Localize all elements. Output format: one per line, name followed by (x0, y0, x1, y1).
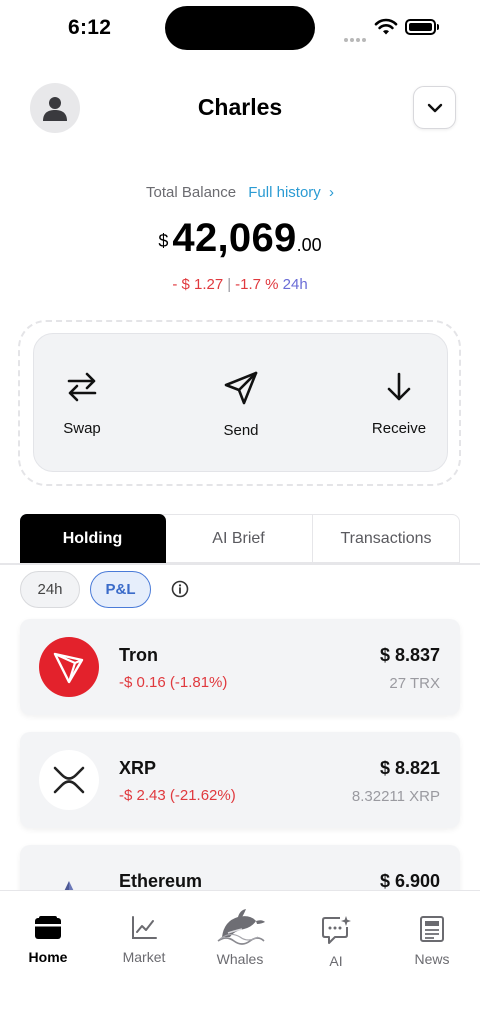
asset-pnl: -$ 0.16 (-1.81%) (119, 674, 228, 691)
nav-ai-label: AI (329, 953, 343, 969)
info-icon[interactable] (171, 580, 189, 598)
full-history-link[interactable]: Full history (248, 184, 321, 201)
xrp-logo-icon (39, 750, 99, 810)
chat-sparkle-icon (322, 916, 351, 944)
asset-name: XRP (119, 758, 157, 778)
nav-market[interactable]: Market (96, 891, 192, 1018)
nav-home-label: Home (28, 949, 68, 965)
swap-label: Swap (63, 420, 101, 437)
nav-news-label: News (414, 951, 450, 967)
tab-holding[interactable]: Holding (19, 513, 166, 564)
change-period: 24h (282, 276, 308, 293)
asset-value: $ 8.837 (379, 645, 440, 665)
asset-value: $ 6.900 (379, 871, 440, 891)
asset-amount: 8.32211 XRP (351, 788, 440, 805)
asset-name: Ethereum (119, 871, 203, 891)
balance-currency: $ (158, 231, 169, 251)
asset-value: $ 8.821 (379, 758, 440, 778)
balance-label-row: Total Balance Full history › (0, 184, 480, 201)
balance-integer: 42,069 (172, 216, 297, 260)
bottom-nav: Home Market Whales AI News (0, 890, 480, 1018)
nav-ai[interactable]: AI (288, 891, 384, 1018)
change-percent: -1.7 % (235, 276, 279, 293)
balance-label: Total Balance (146, 184, 237, 201)
change-separator: | (227, 276, 232, 293)
send-icon (224, 371, 258, 405)
chart-icon (132, 916, 157, 939)
newspaper-icon (420, 916, 444, 942)
swap-arrows-icon (67, 372, 97, 402)
download-arrow-icon (387, 372, 411, 401)
balance-decimal: .00 (296, 235, 322, 255)
nav-whales[interactable]: Whales (192, 891, 288, 1018)
status-bar: 6:12 (0, 0, 480, 56)
tab-ai-brief[interactable]: AI Brief (166, 515, 312, 562)
asset-card-xrp[interactable]: XRP -$ 2.43 (-21.62%) $ 8.821 8.32211 XR… (20, 732, 460, 828)
tabs-divider (0, 563, 480, 565)
asset-pnl: -$ 2.43 (-21.62%) (119, 787, 236, 804)
filter-pnl-chip[interactable]: P&L (90, 571, 151, 608)
nav-market-label: Market (122, 949, 166, 965)
total-balance: $42,069.00 (0, 216, 480, 261)
status-time: 6:12 (68, 16, 112, 39)
send-button[interactable]: Send (191, 370, 291, 439)
actions-card: Swap Send Receive (33, 333, 448, 472)
whale-icon (217, 909, 265, 945)
asset-name: Tron (119, 645, 158, 665)
account-name: Charles (197, 94, 283, 120)
wifi-icon (374, 18, 398, 35)
receive-button[interactable]: Receive (349, 370, 449, 437)
nav-home[interactable]: Home (0, 891, 96, 1018)
receive-label: Receive (371, 420, 427, 437)
battery-icon (405, 19, 439, 35)
asset-amount: 27 TRX (389, 675, 440, 692)
nav-whales-label: Whales (216, 951, 264, 967)
chevron-down-icon (427, 103, 442, 112)
balance-change: - $ 1.27 | -1.7 % 24h (0, 276, 480, 293)
tron-logo-icon (39, 637, 99, 697)
tab-transactions[interactable]: Transactions (313, 515, 459, 562)
chevron-right-icon[interactable]: › (329, 184, 334, 201)
change-amount: - $ 1.27 (172, 276, 224, 293)
nav-news[interactable]: News (384, 891, 480, 1018)
swap-button[interactable]: Swap (32, 370, 132, 437)
asset-card-tron[interactable]: Tron -$ 0.16 (-1.81%) $ 8.837 27 TRX (20, 619, 460, 715)
account-switcher-button[interactable] (413, 86, 456, 129)
signal-dots-icon (344, 29, 368, 47)
wallet-icon (35, 916, 61, 939)
dynamic-island (165, 6, 315, 50)
filter-24h-chip[interactable]: 24h (20, 571, 80, 608)
send-label: Send (223, 422, 259, 439)
holdings-tabs: Holding AI Brief Transactions (19, 513, 460, 564)
